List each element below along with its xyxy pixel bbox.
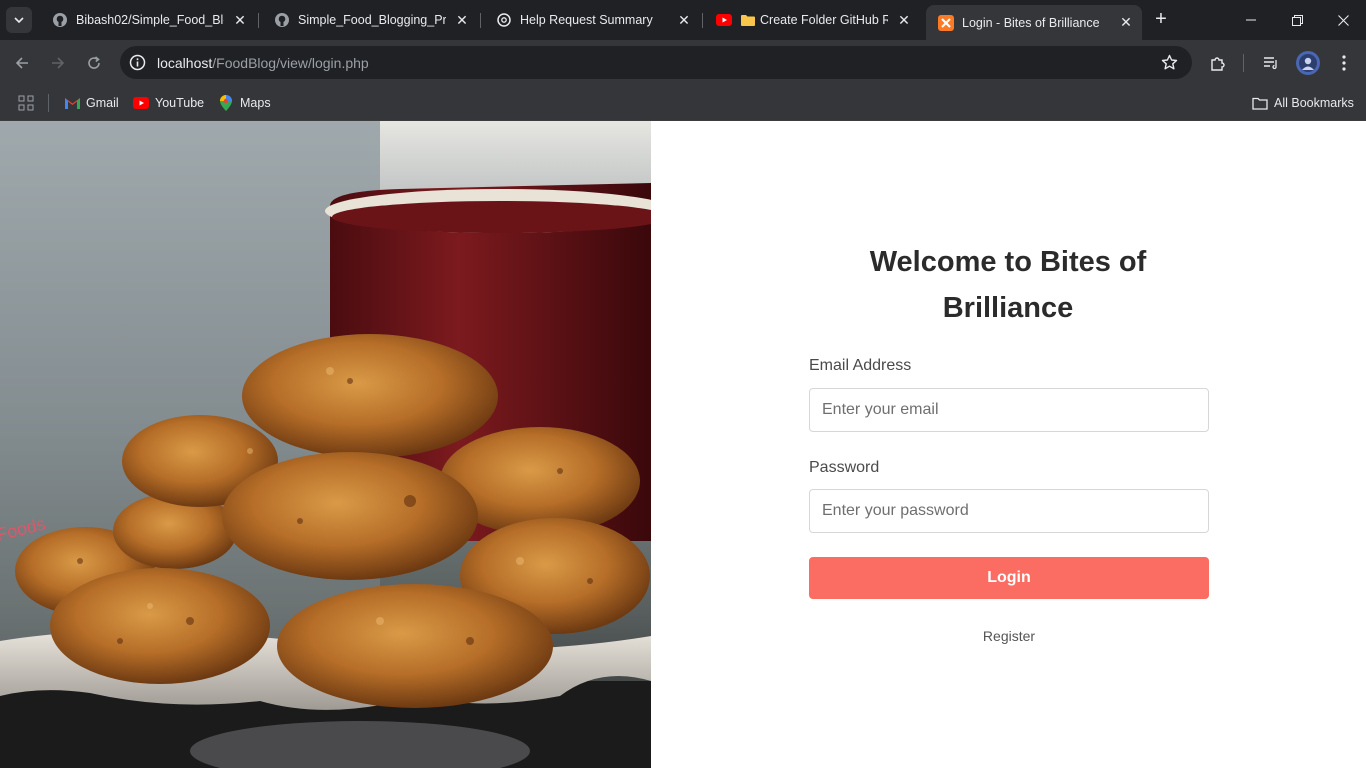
close-icon [1337,14,1349,26]
tab-title: Login - Bites of Brilliance [962,15,1100,30]
restore-button[interactable] [1274,0,1320,40]
close-window-button[interactable] [1320,0,1366,40]
back-button[interactable] [9,50,35,76]
bookmark-youtube[interactable]: YouTube [133,92,204,114]
bookmark-label: Maps [240,96,271,110]
reload-icon [88,56,100,69]
tab-github-repo[interactable]: Bibash02/Simple_Food_Blogging ✕ [40,6,256,34]
folder-icon [1252,95,1268,111]
browser-toolbar: localhost/FoodBlog/view/login.php [0,40,1366,85]
github-icon [274,12,290,28]
tab-strip: Bibash02/Simple_Food_Blogging ✕ Simple_F… [0,0,1366,40]
password-field[interactable] [809,489,1209,533]
profile-avatar[interactable] [1296,51,1320,75]
site-info-icon[interactable] [129,54,146,71]
bookmark-star-icon[interactable] [1161,54,1178,71]
close-icon[interactable]: ✕ [896,12,912,28]
url-text[interactable]: localhost/FoodBlog/view/login.php [157,55,369,71]
tab-help-request[interactable]: Help Request Summary ✕ [484,6,700,34]
github-icon [52,12,68,28]
avatar-icon [1299,54,1317,72]
all-bookmarks-button[interactable]: All Bookmarks [1252,92,1354,114]
url-host: localhost [157,55,213,71]
food-photo: Foods [0,121,651,768]
bookmark-gmail[interactable]: Gmail [64,92,119,114]
register-link[interactable]: Register [809,628,1209,644]
chatgpt-icon [496,12,512,28]
xampp-icon [938,14,954,31]
back-arrow-icon [15,57,28,69]
puzzle-icon [1211,57,1225,71]
password-label: Password [809,459,880,476]
gmail-icon [64,95,80,111]
page-content: Foods Welcome to Bites of Brilliance Ema… [0,121,1366,768]
extensions-button[interactable] [1207,52,1229,74]
minimize-icon [1246,19,1256,21]
tab-youtube-video[interactable]: Create Folder GitHub Repo ✕ [704,6,920,34]
login-panel: Welcome to Bites of Brilliance Email Add… [651,121,1366,768]
address-bar[interactable]: localhost/FoodBlog/view/login.php [120,46,1192,79]
forward-button[interactable] [45,50,71,76]
close-icon[interactable]: ✕ [232,12,248,28]
tab-login-active[interactable]: Login - Bites of Brilliance ✕ [926,5,1142,40]
media-controls-button[interactable] [1260,52,1282,74]
reload-button[interactable] [81,50,107,76]
close-icon[interactable]: ✕ [1118,14,1134,31]
tab-github-project[interactable]: Simple_Food_Blogging_Project ✕ [262,6,478,34]
chevron-down-icon [14,17,24,24]
tab-search-button[interactable] [6,7,32,33]
fritters-illustration: Foods [0,121,651,768]
tab-title: Create Folder GitHub Repo [760,13,888,27]
folder-icon [740,12,756,28]
email-field[interactable] [809,388,1209,432]
browser-menu-button[interactable] [1333,52,1355,74]
login-button[interactable]: Login [809,557,1209,599]
restore-icon [1291,14,1303,26]
kebab-menu-icon [1342,55,1346,71]
apps-button[interactable] [18,92,34,114]
tab-title: Bibash02/Simple_Food_Blogging [76,13,224,27]
youtube-icon [133,95,149,111]
close-icon[interactable]: ✕ [676,12,692,28]
minimize-button[interactable] [1228,0,1274,40]
media-queue-icon [1264,57,1277,70]
bookmark-label: Gmail [86,96,119,110]
bookmark-maps[interactable]: Maps [218,92,271,114]
all-bookmarks-label: All Bookmarks [1274,96,1354,110]
apps-grid-icon [18,95,34,111]
page-title: Welcome to Bites of Brilliance [869,246,1147,324]
forward-arrow-icon [52,57,65,69]
close-icon[interactable]: ✕ [454,12,470,28]
tab-title: Simple_Food_Blogging_Project [298,13,446,27]
bookmark-label: YouTube [155,96,205,110]
tab-title: Help Request Summary [520,13,653,27]
bookmarks-bar: Gmail YouTube Maps All Bookmarks [0,85,1366,121]
url-path: /FoodBlog/view/login.php [212,55,369,71]
maps-icon [218,95,234,111]
youtube-icon [716,12,732,28]
new-tab-button[interactable]: + [1150,9,1172,31]
email-label: Email Address [809,357,912,374]
